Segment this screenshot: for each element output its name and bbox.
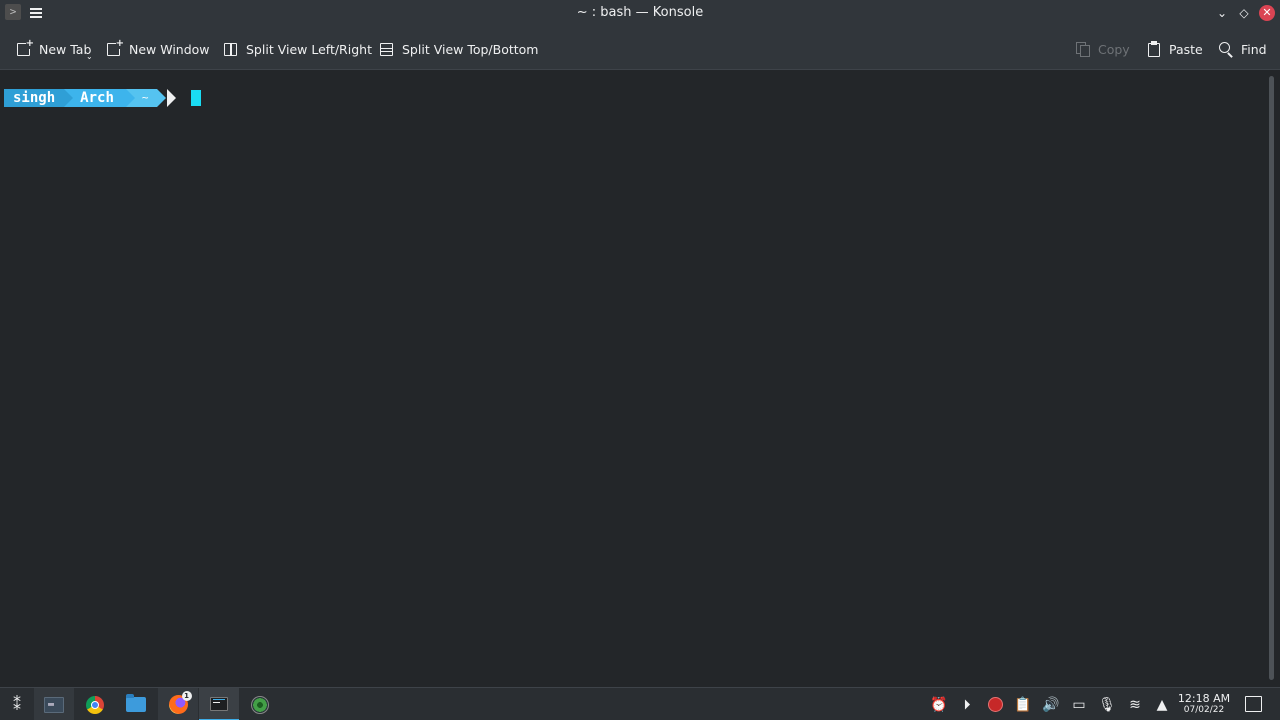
prompt-user: singh	[4, 89, 74, 107]
copy-label: Copy	[1098, 41, 1130, 57]
notification-badge: 1	[181, 691, 192, 701]
taskbar-konsole[interactable]	[199, 688, 239, 720]
new-window-icon: +	[106, 38, 124, 58]
prompt-host: Arch	[64, 89, 135, 107]
wifi-icon[interactable]: ≋	[1123, 688, 1147, 720]
media-play-icon[interactable]: ⏵	[955, 688, 979, 720]
find-label: Find	[1241, 41, 1267, 57]
maximize-button[interactable]: ◇	[1236, 5, 1252, 21]
taskbar-files[interactable]	[116, 688, 156, 720]
split-left-right-icon	[223, 41, 240, 58]
new-tab-dropdown-icon[interactable]: ⌄	[86, 52, 93, 61]
scrollbar-thumb[interactable]	[1269, 76, 1274, 680]
new-window-label: New Window	[129, 41, 210, 57]
folder-icon	[126, 694, 146, 712]
shell-prompt: singh Arch ~	[4, 89, 185, 107]
konsole-icon	[210, 696, 228, 711]
copy-icon	[1075, 41, 1092, 58]
search-icon	[1218, 41, 1235, 58]
taskbar-chrome[interactable]	[75, 688, 115, 720]
paste-icon	[1146, 40, 1163, 58]
taskbar: ⁑ ▬ 1 ⏰ ⏵ 📋 🔊 ▭ 🎙 ≋ ▲ 12:18 AM 07/02/22	[0, 687, 1280, 720]
minimize-button[interactable]: ⌄	[1214, 5, 1230, 21]
clock-date: 07/02/22	[1183, 705, 1225, 715]
new-tab-button[interactable]: + New Tab	[16, 38, 92, 59]
close-button[interactable]: ✕	[1259, 5, 1275, 21]
taskbar-firefox[interactable]: 1	[158, 688, 198, 720]
battery-icon[interactable]: ▭	[1067, 688, 1091, 720]
microphone-muted-icon[interactable]: 🎙	[1095, 688, 1119, 720]
new-window-button[interactable]: + New Window	[106, 38, 210, 59]
split-view-top-bottom-button[interactable]: Split View Top/Bottom	[379, 39, 538, 59]
copy-button[interactable]: Copy	[1075, 39, 1130, 59]
record-icon[interactable]	[983, 688, 1007, 720]
launcher-icon: ⁑	[13, 695, 21, 714]
chrome-icon	[86, 695, 104, 714]
split-top-bottom-icon	[379, 41, 396, 58]
paste-label: Paste	[1169, 41, 1203, 57]
title-bar: > ~ : bash — Konsole ⌄ ◇ ✕	[0, 0, 1280, 27]
firefox-icon: 1	[168, 691, 192, 714]
taskbar-terminal[interactable]: ▬	[34, 688, 74, 720]
window-title: ~ : bash — Konsole	[576, 5, 704, 20]
terminal-icon: ▬	[44, 696, 64, 713]
show-desktop-icon[interactable]	[1245, 696, 1262, 712]
taskbar-app[interactable]	[240, 688, 280, 720]
terminal-view[interactable]: singh Arch ~	[0, 70, 1262, 687]
find-button[interactable]: Find	[1218, 39, 1267, 59]
new-tab-label: New Tab	[39, 41, 92, 57]
application-launcher[interactable]: ⁑	[0, 688, 37, 720]
paste-button[interactable]: Paste	[1146, 39, 1203, 59]
volume-icon[interactable]: 🔊	[1039, 688, 1063, 720]
clock-time: 12:18 AM	[1177, 692, 1231, 705]
terminal-cursor	[191, 90, 201, 106]
toolbar: + New Tab + New Window Split View Left/R…	[0, 27, 1280, 70]
green-circle-icon	[251, 695, 269, 714]
digital-clock[interactable]: 12:18 AM 07/02/22	[1176, 692, 1232, 716]
terminal-scrollbar[interactable]	[1262, 70, 1280, 687]
split-top-bottom-label: Split View Top/Bottom	[402, 41, 539, 57]
clipboard-icon[interactable]: 📋	[1011, 688, 1035, 720]
new-tab-icon: +	[16, 38, 34, 58]
alarm-icon[interactable]: ⏰	[927, 688, 951, 720]
split-left-right-label: Split View Left/Right	[246, 41, 372, 57]
split-view-left-right-button[interactable]: Split View Left/Right	[223, 39, 372, 59]
expand-tray-icon[interactable]: ▲	[1150, 688, 1174, 720]
